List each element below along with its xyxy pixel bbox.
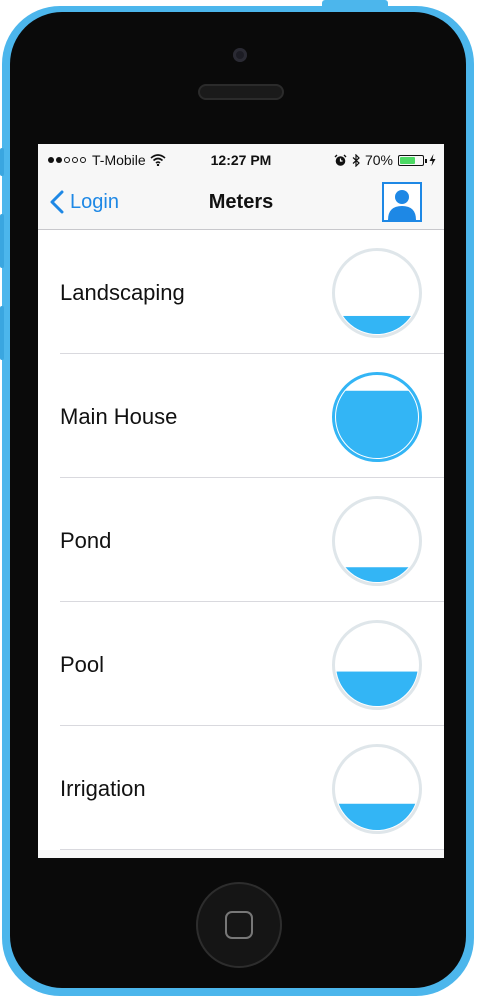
- meter-list: Landscaping Main House Pond Pool Irrigation: [38, 230, 444, 850]
- meter-label: Pond: [60, 528, 112, 553]
- meter-gauge: [332, 496, 422, 586]
- alarm-icon: [334, 154, 347, 166]
- meter-label: Main House: [60, 404, 178, 429]
- meter-row[interactable]: Main House: [38, 354, 444, 478]
- home-button[interactable]: [196, 882, 282, 968]
- meter-gauge: [332, 620, 422, 710]
- meter-gauge: [332, 372, 422, 462]
- meter-label: Landscaping: [60, 280, 185, 305]
- gauge-water-fill: [336, 390, 418, 458]
- meter-row[interactable]: Landscaping: [38, 230, 444, 354]
- battery-icon: [398, 154, 427, 166]
- meter-gauge: [332, 744, 422, 834]
- front-camera: [233, 48, 247, 62]
- screen: T-Mobile 12:27 PM 70% Login Meters Lands…: [38, 144, 444, 858]
- meter-row[interactable]: Irrigation: [38, 726, 444, 850]
- meter-row[interactable]: Pond: [38, 478, 444, 602]
- navigation-bar: Login Meters: [38, 176, 444, 230]
- bluetooth-icon: [352, 153, 360, 167]
- meter-gauge: [332, 248, 422, 338]
- profile-button[interactable]: [382, 182, 422, 222]
- status-right: 70%: [334, 152, 436, 168]
- meter-label: Pool: [60, 652, 105, 677]
- status-bar: T-Mobile 12:27 PM 70%: [38, 144, 444, 176]
- home-square-icon: [225, 911, 253, 939]
- battery-percent: 70%: [364, 152, 393, 168]
- meter-label: Irrigation: [60, 776, 146, 801]
- person-icon: [388, 190, 416, 220]
- charging-icon: [429, 154, 436, 166]
- earpiece-speaker: [198, 84, 284, 100]
- meter-row[interactable]: Pool: [38, 602, 444, 726]
